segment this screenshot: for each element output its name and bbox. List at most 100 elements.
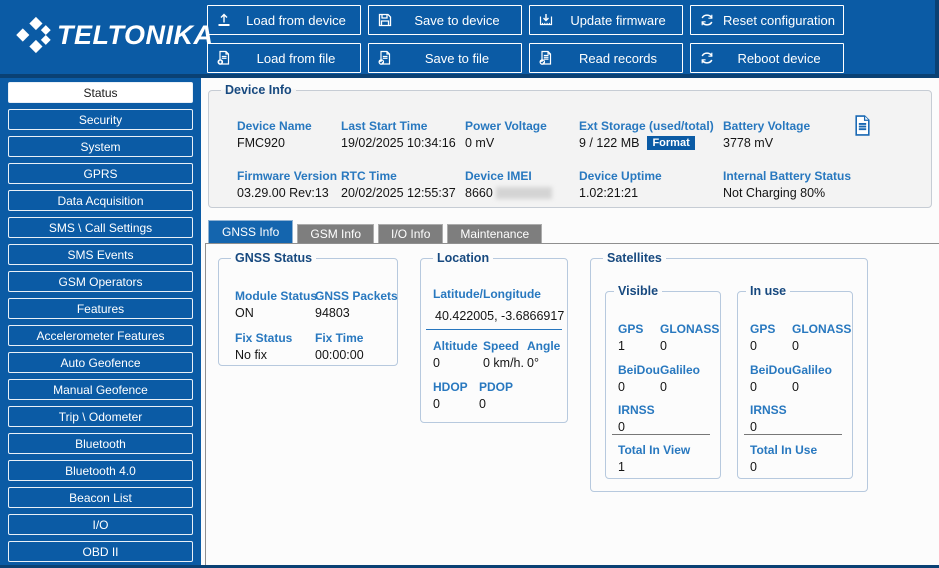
window-right-edge xyxy=(935,0,939,74)
read-records-button[interactable]: Read records xyxy=(529,43,683,73)
field-module-status: Module Status ON xyxy=(235,289,317,320)
field-ext-storage: Ext Storage (used/total) 9 / 122 MB Form… xyxy=(579,119,714,150)
field-internal-battery-status: Internal Battery Status Not Charging 80% xyxy=(723,169,851,200)
sidebar-item-gsm-operators[interactable]: GSM Operators xyxy=(8,271,193,292)
field-visible-glonass: GLONASS 0 xyxy=(660,322,719,353)
tab-io-info[interactable]: I/O Info xyxy=(378,224,443,243)
field-hdop: HDOP 0 xyxy=(433,380,468,411)
field-power-voltage: Power Voltage 0 mV xyxy=(465,119,547,150)
load-from-file-button[interactable]: Load from file xyxy=(207,43,361,73)
format-storage-button[interactable]: Format xyxy=(647,136,694,150)
sidebar-item-data-acquisition[interactable]: Data Acquisition xyxy=(8,190,193,211)
sidebar-item-sms-call-settings[interactable]: SMS \ Call Settings xyxy=(8,217,193,238)
sidebar-nav: Status Security System GPRS Data Acquisi… xyxy=(0,78,201,565)
load-from-device-button[interactable]: Load from device xyxy=(207,5,361,35)
field-fix-status: Fix Status No fix xyxy=(235,331,292,362)
field-device-uptime: Device Uptime 1.02:21:21 xyxy=(579,169,662,200)
tab-gnss-info[interactable]: GNSS Info xyxy=(208,220,293,243)
tab-gsm-info[interactable]: GSM Info xyxy=(297,224,374,243)
field-pdop: PDOP 0 xyxy=(479,380,513,411)
teltonika-logo: TELTONIKA xyxy=(8,16,214,54)
tab-maintenance[interactable]: Maintenance xyxy=(447,224,542,243)
field-total-in-view: Total In View 1 xyxy=(618,443,690,474)
device-log-document-icon[interactable] xyxy=(854,115,871,141)
file-check-icon xyxy=(377,50,401,66)
reset-icon xyxy=(699,12,723,28)
records-icon xyxy=(538,50,562,66)
header-bar: TELTONIKA Load from device Save to devic… xyxy=(0,0,939,74)
field-battery-voltage: Battery Voltage 3778 mV xyxy=(723,119,810,150)
sidebar-item-system[interactable]: System xyxy=(8,136,193,157)
device-info-title: Device Info xyxy=(221,83,296,97)
field-speed: Speed 0 km/h. xyxy=(483,339,524,370)
in-use-title: In use xyxy=(746,284,790,298)
field-rtc-time: RTC Time 20/02/2025 12:55:37 xyxy=(341,169,456,200)
sidebar-item-status[interactable]: Status xyxy=(8,82,193,103)
sidebar-item-gprs[interactable]: GPRS xyxy=(8,163,193,184)
teltonika-logo-icon xyxy=(8,16,54,54)
field-visible-beidou: BeiDou 0 xyxy=(618,363,660,394)
latlng-value-link[interactable]: 40.422005, -3.6866917 xyxy=(435,309,564,323)
reboot-icon xyxy=(699,50,723,66)
gnss-status-panel: GNSS Status Module Status ON GNSS Packet… xyxy=(218,258,398,366)
field-total-in-use: Total In Use 0 xyxy=(750,443,817,474)
field-device-imei: Device IMEI 8660 xyxy=(465,169,552,200)
sidebar-item-manual-geofence[interactable]: Manual Geofence xyxy=(8,379,193,400)
button-label: Load from file xyxy=(240,51,352,66)
field-firmware-version: Firmware Version 03.29.00 Rev:13 xyxy=(237,169,337,200)
location-title: Location xyxy=(433,251,493,265)
upload-icon xyxy=(216,12,240,28)
reset-configuration-button[interactable]: Reset configuration xyxy=(690,5,844,35)
satellites-panel: Satellites Visible GPS 1 GLONASS 0 BeiDo… xyxy=(590,258,868,492)
gnss-status-title: GNSS Status xyxy=(231,251,316,265)
sidebar-item-trip-odometer[interactable]: Trip \ Odometer xyxy=(8,406,193,427)
field-inuse-beidou: BeiDou 0 xyxy=(750,363,792,394)
sidebar-item-accelerometer-features[interactable]: Accelerometer Features xyxy=(8,325,193,346)
button-label: Save to device xyxy=(401,13,513,28)
firmware-update-icon xyxy=(538,12,562,28)
save-icon xyxy=(377,12,401,28)
field-gnss-packets: GNSS Packets 94803 xyxy=(315,289,398,320)
button-label: Reboot device xyxy=(723,51,835,66)
sidebar-item-beacon-list[interactable]: Beacon List xyxy=(8,487,193,508)
save-to-device-button[interactable]: Save to device xyxy=(368,5,522,35)
field-fix-time: Fix Time 00:00:00 xyxy=(315,331,364,362)
latlng-underline xyxy=(426,329,562,330)
field-visible-galileo: Galileo 0 xyxy=(660,363,700,394)
visible-title: Visible xyxy=(614,284,662,298)
sidebar-item-security[interactable]: Security xyxy=(8,109,193,130)
field-altitude: Altitude 0 xyxy=(433,339,478,370)
button-label: Update firmware xyxy=(562,13,674,28)
satellites-visible-panel: Visible GPS 1 GLONASS 0 BeiDou 0 Galileo… xyxy=(605,291,721,479)
sidebar-item-io[interactable]: I/O xyxy=(8,514,193,535)
reboot-device-button[interactable]: Reboot device xyxy=(690,43,844,73)
configurator-window: TELTONIKA Load from device Save to devic… xyxy=(0,0,939,568)
field-last-start-time: Last Start Time 19/02/2025 10:34:16 xyxy=(341,119,456,150)
sidebar-item-sms-events[interactable]: SMS Events xyxy=(8,244,193,265)
toolbar: Load from device Save to device Update f… xyxy=(207,5,844,73)
satellites-title: Satellites xyxy=(603,251,666,265)
satellites-in-use-panel: In use GPS 0 GLONASS 0 BeiDou 0 Galileo … xyxy=(737,291,853,479)
field-inuse-irnss: IRNSS 0 xyxy=(750,403,787,434)
visible-divider xyxy=(612,434,710,435)
logo-text: TELTONIKA xyxy=(57,20,214,51)
file-add-icon xyxy=(216,50,240,66)
save-to-file-button[interactable]: Save to file xyxy=(368,43,522,73)
imei-redacted-blur xyxy=(496,187,552,199)
field-inuse-glonass: GLONASS 0 xyxy=(792,322,851,353)
field-visible-irnss: IRNSS 0 xyxy=(618,403,655,434)
device-info-panel: Device Info Device Name FMC920 Last Star… xyxy=(208,90,932,208)
update-firmware-button[interactable]: Update firmware xyxy=(529,5,683,35)
sidebar-item-bluetooth[interactable]: Bluetooth xyxy=(8,433,193,454)
sidebar-item-obd-ii[interactable]: OBD II xyxy=(8,541,193,562)
in-use-divider xyxy=(744,434,842,435)
field-device-name: Device Name FMC920 xyxy=(237,119,312,150)
field-angle: Angle 0° xyxy=(527,339,560,370)
field-latlng: Latitude/Longitude xyxy=(433,287,541,301)
button-label: Save to file xyxy=(401,51,513,66)
field-inuse-galileo: Galileo 0 xyxy=(792,363,832,394)
button-label: Reset configuration xyxy=(723,13,835,28)
sidebar-item-features[interactable]: Features xyxy=(8,298,193,319)
sidebar-item-auto-geofence[interactable]: Auto Geofence xyxy=(8,352,193,373)
sidebar-item-bluetooth-40[interactable]: Bluetooth 4.0 xyxy=(8,460,193,481)
